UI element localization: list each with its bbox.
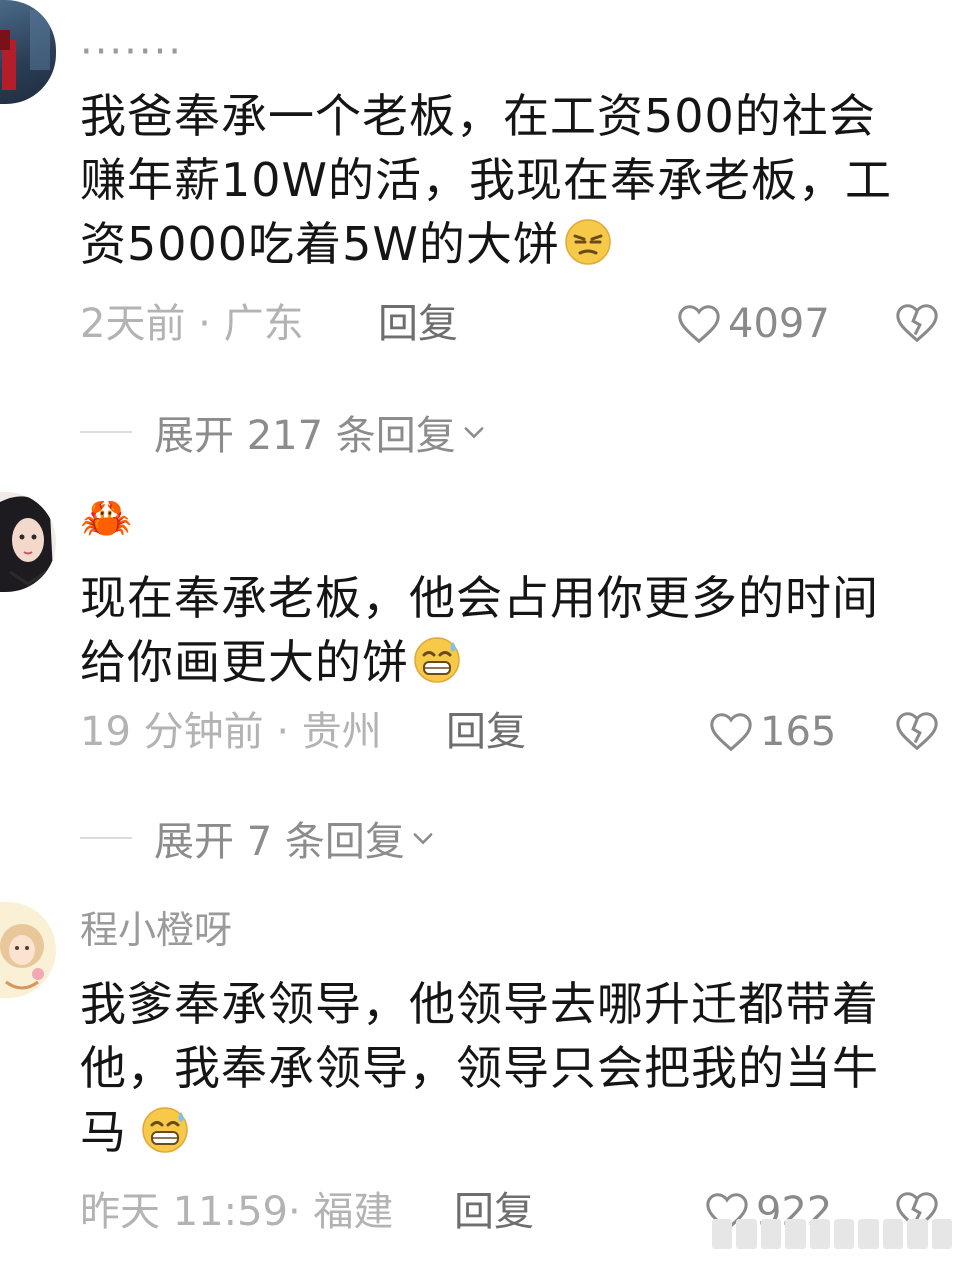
comment-text: 现在奉承老板，他会占用你更多的时间给你画更大的饼 (80, 566, 920, 694)
username[interactable]: 程小橙呀 (80, 908, 232, 952)
time-location: 19 分钟前 · 贵州 (80, 709, 382, 755)
like-button[interactable]: 4097 (676, 296, 830, 352)
avatar[interactable] (0, 0, 56, 104)
broken-heart-icon[interactable] (894, 708, 940, 754)
expand-replies-label: 展开 217 条回复 (154, 413, 456, 459)
divider-line (80, 431, 132, 433)
like-count: 4097 (728, 301, 830, 347)
heart-icon (678, 305, 720, 344)
broken-heart-icon[interactable] (894, 300, 940, 346)
comment-text: 我爸奉承一个老板，在工资500的社会赚年薪10W的活，我现在奉承老板，工资500… (80, 84, 920, 276)
time-location: 昨天 11:59· 福建 (80, 1189, 394, 1235)
reply-button[interactable]: 回复 (446, 704, 526, 760)
comment-text-content: 我爸奉承一个老板，在工资500的社会赚年薪10W的活，我现在奉承老板，工资500… (80, 89, 893, 271)
comment-text-content: 现在奉承老板，他会占用你更多的时间给你画更大的饼 (80, 571, 879, 689)
divider-line (80, 837, 132, 839)
unamused-face-icon (565, 219, 611, 265)
chevron-down-icon (413, 833, 433, 845)
watermark (712, 1219, 953, 1249)
expand-replies-label: 展开 7 条回复 (154, 819, 405, 865)
grinning-sweat-face-icon (142, 1107, 188, 1153)
time-location: 2天前 · 广东 (80, 301, 304, 347)
expand-replies-button[interactable]: 展开 7 条回复 (80, 810, 437, 866)
avatar[interactable] (0, 902, 56, 998)
reply-button[interactable]: 回复 (454, 1184, 534, 1240)
comment-meta: 19 分钟前 · 贵州 回复 165 (80, 704, 940, 760)
expand-replies-button[interactable]: 展开 217 条回复 (80, 404, 488, 460)
comment-meta: 2天前 · 广东 回复 4097 (80, 296, 940, 352)
heart-icon (710, 713, 752, 752)
username[interactable]: ······· (80, 30, 183, 74)
avatar[interactable] (0, 492, 56, 592)
comment-text: 我爹奉承领导，他领导去哪升迁都带着他，我奉承领导，领导只会把我的当牛马 (80, 972, 920, 1164)
chevron-down-icon (464, 427, 484, 439)
username[interactable]: 🦀 (80, 496, 132, 540)
like-count: 165 (760, 709, 837, 755)
grinning-sweat-face-icon (414, 637, 460, 683)
reply-button[interactable]: 回复 (378, 296, 458, 352)
like-button[interactable]: 165 (708, 704, 836, 760)
comment-text-content: 我爹奉承领导，他领导去哪升迁都带着他，我奉承领导，领导只会把我的当牛马 (80, 977, 879, 1159)
